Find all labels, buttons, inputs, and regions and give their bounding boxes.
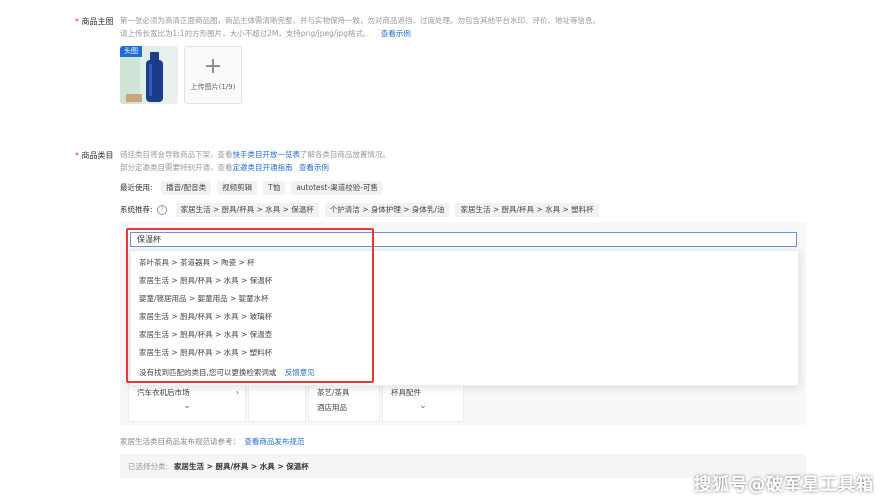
main-image-desc-line2-wrap: 请上传长宽比为1:1的方形图片，大小不超过2M，支持png/jpeg/jpg格式…: [120, 27, 820, 40]
help-icon[interactable]: ?: [157, 204, 168, 215]
chevron-right-icon: ›: [236, 388, 239, 397]
category-item[interactable]: 杯具配件: [383, 385, 463, 400]
category-example-link[interactable]: 查看示例: [299, 163, 329, 172]
category-description: 错挂类目将会导致商品下架，查看快手类目开放一览表了解各类目商品放置情况。 部分定…: [120, 148, 820, 174]
main-image-example-link[interactable]: 查看示例: [381, 29, 411, 38]
highlight-box: [126, 228, 374, 383]
category-column-1: 汽车衣机后市场 › ⌄: [128, 384, 246, 422]
main-image-desc-line1: 第一张必须为高清正面商品图，商品主体需清晰完整、并与实物保持一致，勿对商品遮挡、…: [120, 16, 600, 25]
recent-tag[interactable]: 播音/配音类: [161, 181, 212, 195]
selected-value: 家居生活 > 厨具/杯具 > 水具 > 保温杯: [174, 462, 309, 471]
system-tag[interactable]: 个护清洁 > 身体护理 > 身体乳/油: [324, 203, 450, 217]
required-mark: *: [75, 17, 79, 26]
recent-categories: 最近使用: 播音/配音类 视频剪辑 T恤 autotest-渠道校验-可售: [120, 181, 389, 195]
system-recommend: 系统推荐: ? 家居生活 > 厨具/杯具 > 水具 > 保温杯 个护清洁 > 身体…: [120, 203, 605, 217]
category-item-label: 汽车衣机后市场: [137, 388, 190, 397]
category-label: 商品类目: [81, 151, 114, 160]
category-desc-line1: 错挂类目将会导致商品下架，查看快手类目开放一览表了解各类目商品放置情况。: [120, 148, 820, 161]
category-column-4: 杯具配件 ⌄: [382, 384, 464, 422]
watermark: 搜狐号@破军星工具箱: [694, 475, 874, 495]
publish-norms: 家居生活类目商品发布规范请参考： 查看商品发布规范: [120, 436, 304, 447]
system-recommend-label: 系统推荐:: [120, 205, 153, 214]
required-mark: *: [75, 151, 79, 160]
chevron-down-icon[interactable]: ⌄: [383, 400, 463, 412]
category-item[interactable]: 茶艺/茶具: [309, 385, 379, 400]
plus-icon: +: [203, 54, 223, 79]
main-image-description: 第一张必须为高清正面商品图，商品主体需清晰完整、并与实物保持一致，勿对商品遮挡、…: [120, 14, 820, 40]
system-tag[interactable]: 家居生活 > 厨具/杯具 > 水具 > 塑料杯: [455, 203, 599, 217]
chevron-down-icon[interactable]: ⌄: [129, 400, 245, 412]
category-list-link[interactable]: 快手类目开放一览表: [233, 150, 301, 159]
main-image-label: 商品主图: [81, 17, 114, 26]
main-image-desc-line2: 请上传长宽比为1:1的方形图片，大小不超过2M，支持png/jpeg/jpg格式…: [120, 29, 371, 38]
selected-label: 已选择分类:: [128, 462, 169, 471]
main-image-thumbnail[interactable]: 头图: [120, 46, 178, 104]
category-label-group: * 商品类目: [75, 150, 114, 161]
head-image-badge: 头图: [120, 46, 142, 57]
recent-tag[interactable]: autotest-渠道校验-可售: [291, 181, 383, 195]
recent-label: 最近使用:: [120, 183, 153, 192]
category-desc-line2-prefix: 部分定邀类目需要特别开通，查看: [120, 163, 233, 172]
recent-tag[interactable]: 视频剪辑: [217, 181, 258, 195]
category-item[interactable]: 酒店用品: [309, 400, 379, 415]
system-tag[interactable]: 家居生活 > 厨具/杯具 > 水具 > 保温杯: [175, 203, 319, 217]
category-desc-line1-suffix: 了解各类目商品放置情况。: [300, 150, 390, 159]
category-column-2: [248, 384, 306, 422]
publish-norms-text: 家居生活类目商品发布规范请参考：: [120, 437, 240, 446]
recent-tag[interactable]: T恤: [263, 181, 286, 195]
upload-image-button[interactable]: + 上传图片(1/9): [184, 46, 242, 104]
category-column-3: 茶艺/茶具 酒店用品: [308, 384, 380, 422]
category-item[interactable]: 汽车衣机后市场 ›: [129, 385, 245, 400]
upload-label: 上传图片(1/9): [190, 83, 236, 91]
category-desc-line1-prefix: 错挂类目将会导致商品下架，查看: [120, 150, 233, 159]
category-desc-line2: 部分定邀类目需要特别开通，查看定邀类目开通指南 查看示例: [120, 161, 820, 174]
main-image-label-group: * 商品主图: [75, 16, 114, 27]
publish-norms-link[interactable]: 查看商品发布规范: [244, 437, 304, 446]
invite-guide-link[interactable]: 定邀类目开通指南: [233, 163, 293, 172]
